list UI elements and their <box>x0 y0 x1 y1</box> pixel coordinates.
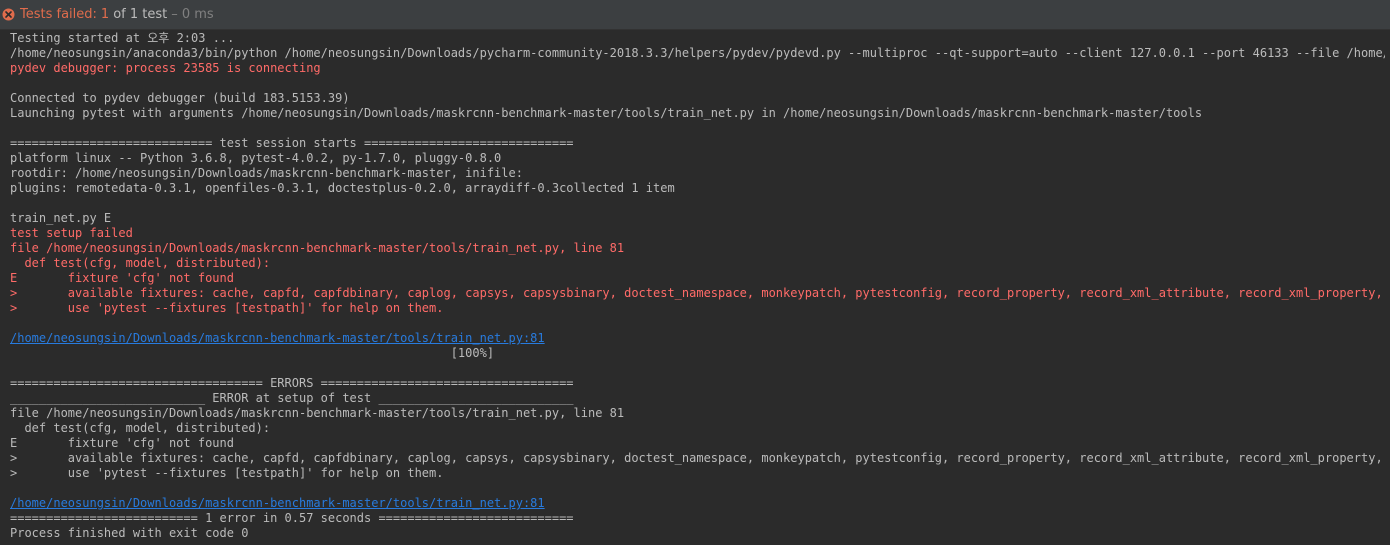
console-line: Process finished with exit code 0 <box>10 526 249 540</box>
console-line: /home/neosungsin/Downloads/maskrcnn-benc… <box>10 331 1385 346</box>
console-line: train_net.py E <box>10 211 112 225</box>
console-line: ============================ test sessio… <box>10 136 574 150</box>
console-line: > use 'pytest --fixtures [testpath]' for… <box>10 301 444 315</box>
console-line: E fixture 'cfg' not found <box>10 436 234 450</box>
console-line: test setup failed <box>10 226 133 240</box>
error-circle-icon <box>2 8 15 21</box>
total-tests-label: of 1 test <box>113 7 168 22</box>
console-line: file /home/neosungsin/Downloads/maskrcnn… <box>10 241 625 255</box>
failed-count: 1 <box>100 7 110 22</box>
console-line: Testing started at 오후 2:03 ... <box>10 31 235 45</box>
console-line: /home/neosungsin/anaconda3/bin/python /h… <box>10 46 1385 60</box>
console-line: rootdir: /home/neosungsin/Downloads/mask… <box>10 166 523 180</box>
console-line: =================================== ERRO… <box>10 376 574 390</box>
console-line: /home/neosungsin/Downloads/maskrcnn-benc… <box>10 496 1385 511</box>
console-line: Connected to pydev debugger (build 183.5… <box>10 91 350 105</box>
console-line: pydev debugger: process 23585 is connect… <box>10 61 321 75</box>
console-line: E fixture 'cfg' not found <box>10 271 234 285</box>
console-line: Launching pytest with arguments /home/ne… <box>10 106 1203 120</box>
test-duration: – 0 ms <box>171 7 214 22</box>
console-line: plugins: remotedata-0.3.1, openfiles-0.3… <box>10 181 675 195</box>
console-line: > available fixtures: cache, capfd, capf… <box>10 451 1385 465</box>
console-scrollbar[interactable] <box>1384 31 1390 545</box>
tests-failed-label: Tests failed: <box>20 7 97 22</box>
test-status-bar: Tests failed: 1 of 1 test – 0 ms <box>0 0 1390 30</box>
test-runner-window: Tests failed: 1 of 1 test – 0 ms Testing… <box>0 0 1390 545</box>
console-output[interactable]: Testing started at 오후 2:03 .../home/neos… <box>10 31 1385 545</box>
console-line: def test(cfg, model, distributed): <box>10 256 271 270</box>
console-line: ========================== 1 error in 0.… <box>10 511 574 525</box>
console-line: platform linux -- Python 3.6.8, pytest-4… <box>10 151 502 165</box>
console-line: [100%] <box>10 346 495 360</box>
file-link[interactable]: /home/neosungsin/Downloads/maskrcnn-benc… <box>10 496 545 510</box>
console-line: ___________________________ ERROR at set… <box>10 391 574 405</box>
console-line: def test(cfg, model, distributed): <box>10 421 271 435</box>
console-line: file /home/neosungsin/Downloads/maskrcnn… <box>10 406 625 420</box>
console-line: > use 'pytest --fixtures [testpath]' for… <box>10 466 444 480</box>
file-link[interactable]: /home/neosungsin/Downloads/maskrcnn-benc… <box>10 331 545 345</box>
console-line: > available fixtures: cache, capfd, capf… <box>10 286 1385 300</box>
